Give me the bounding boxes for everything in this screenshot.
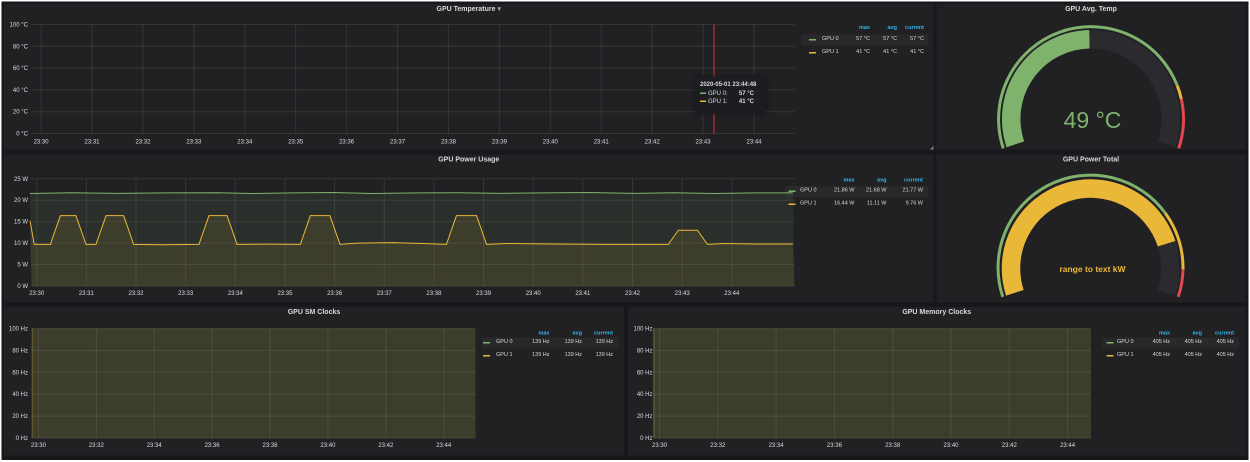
- svg-text:23:39: 23:39: [476, 291, 492, 297]
- svg-text:23:39: 23:39: [492, 140, 508, 146]
- svg-text:25 W: 25 W: [14, 177, 28, 183]
- svg-text:23:31: 23:31: [84, 140, 100, 146]
- svg-text:20 °C: 20 °C: [13, 110, 29, 116]
- svg-text:23:33: 23:33: [178, 291, 194, 297]
- svg-text:60 Hz: 60 Hz: [12, 370, 28, 376]
- svg-text:20 Hz: 20 Hz: [637, 414, 653, 420]
- svg-text:20 W: 20 W: [14, 198, 28, 204]
- svg-text:23:44: 23:44: [436, 443, 452, 449]
- svg-text:23:40: 23:40: [543, 140, 559, 146]
- svg-text:0 Hz: 0 Hz: [640, 436, 652, 442]
- svg-text:23:30: 23:30: [652, 443, 668, 449]
- svg-text:23:32: 23:32: [128, 291, 144, 297]
- svg-text:40 Hz: 40 Hz: [12, 392, 28, 398]
- svg-text:23:44: 23:44: [1060, 443, 1076, 449]
- svg-text:23:44: 23:44: [746, 140, 762, 146]
- svg-text:23:34: 23:34: [769, 443, 785, 449]
- svg-text:23:33: 23:33: [186, 140, 202, 146]
- svg-text:23:42: 23:42: [1002, 443, 1018, 449]
- svg-text:100 Hz: 100 Hz: [633, 327, 652, 333]
- svg-text:80 Hz: 80 Hz: [637, 348, 653, 354]
- svg-text:23:38: 23:38: [262, 443, 278, 449]
- svg-text:100 Hz: 100 Hz: [9, 327, 28, 333]
- svg-text:80 Hz: 80 Hz: [12, 348, 28, 354]
- svg-text:23:40: 23:40: [943, 443, 959, 449]
- svg-text:23:40: 23:40: [320, 443, 336, 449]
- svg-text:15 W: 15 W: [14, 220, 28, 226]
- svg-text:23:31: 23:31: [79, 291, 95, 297]
- svg-text:23:34: 23:34: [237, 140, 253, 146]
- svg-text:23:34: 23:34: [228, 291, 244, 297]
- svg-text:23:30: 23:30: [31, 443, 47, 449]
- svg-text:80 °C: 80 °C: [13, 44, 29, 50]
- svg-text:23:36: 23:36: [327, 291, 343, 297]
- svg-text:23:30: 23:30: [29, 291, 45, 297]
- svg-text:23:36: 23:36: [339, 140, 355, 146]
- svg-text:60 °C: 60 °C: [13, 66, 29, 72]
- svg-text:23:36: 23:36: [827, 443, 843, 449]
- svg-text:23:36: 23:36: [205, 443, 221, 449]
- svg-text:40 Hz: 40 Hz: [637, 392, 653, 398]
- svg-text:23:32: 23:32: [135, 140, 151, 146]
- svg-text:23:34: 23:34: [147, 443, 163, 449]
- svg-text:23:35: 23:35: [288, 140, 304, 146]
- svg-text:23:42: 23:42: [645, 140, 661, 146]
- svg-text:40 °C: 40 °C: [13, 88, 29, 94]
- svg-text:23:37: 23:37: [390, 140, 406, 146]
- svg-text:23:30: 23:30: [34, 140, 50, 146]
- svg-text:23:44: 23:44: [724, 291, 740, 297]
- svg-text:100 °C: 100 °C: [10, 23, 29, 29]
- svg-text:23:43: 23:43: [675, 291, 691, 297]
- svg-text:23:43: 23:43: [696, 140, 712, 146]
- svg-text:0 Hz: 0 Hz: [16, 436, 28, 442]
- svg-text:23:42: 23:42: [625, 291, 641, 297]
- svg-text:0 °C: 0 °C: [16, 132, 28, 138]
- svg-text:0 W: 0 W: [17, 284, 28, 290]
- svg-text:23:38: 23:38: [441, 140, 457, 146]
- svg-text:23:40: 23:40: [526, 291, 542, 297]
- svg-text:10 W: 10 W: [14, 241, 28, 247]
- svg-text:23:32: 23:32: [89, 443, 105, 449]
- svg-text:23:41: 23:41: [594, 140, 610, 146]
- svg-text:20 Hz: 20 Hz: [12, 414, 28, 420]
- svg-text:23:41: 23:41: [575, 291, 591, 297]
- svg-text:23:38: 23:38: [885, 443, 901, 449]
- svg-text:5 W: 5 W: [17, 263, 28, 269]
- svg-text:23:32: 23:32: [710, 443, 726, 449]
- svg-text:60 Hz: 60 Hz: [637, 370, 653, 376]
- svg-text:23:42: 23:42: [378, 443, 394, 449]
- svg-text:23:37: 23:37: [377, 291, 393, 297]
- svg-text:23:38: 23:38: [426, 291, 442, 297]
- svg-text:23:35: 23:35: [277, 291, 293, 297]
